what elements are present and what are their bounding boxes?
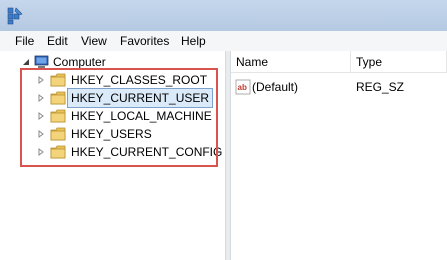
value-name: (Default) bbox=[252, 80, 299, 94]
folder-icon bbox=[50, 73, 66, 87]
tree-item-label: HKEY_USERS bbox=[71, 127, 152, 141]
column-header-type[interactable]: Type bbox=[351, 51, 447, 73]
menu-help[interactable]: Help bbox=[181, 34, 206, 48]
folder-icon bbox=[50, 145, 66, 159]
collapsed-arrow-icon[interactable] bbox=[37, 94, 45, 102]
tree-item-label: HKEY_CURRENT_USER bbox=[67, 88, 214, 108]
tree-item-hkey-local-machine[interactable]: HKEY_LOCAL_MACHINE bbox=[0, 107, 225, 125]
column-header-name[interactable]: Name bbox=[231, 51, 351, 73]
tree-item-hkey-current-config[interactable]: HKEY_CURRENT_CONFIG bbox=[0, 143, 225, 161]
collapsed-arrow-icon[interactable] bbox=[37, 130, 45, 138]
list-row[interactable]: ab (Default) REG_SZ bbox=[231, 78, 447, 96]
menu-bar: File Edit View Favorites Help bbox=[0, 31, 447, 52]
folder-icon bbox=[50, 127, 66, 141]
menu-edit[interactable]: Edit bbox=[47, 34, 68, 48]
tree-item-hkey-users[interactable]: HKEY_USERS bbox=[0, 125, 225, 143]
computer-icon bbox=[34, 55, 49, 68]
tree-item-label: HKEY_LOCAL_MACHINE bbox=[71, 109, 212, 123]
menu-file[interactable]: File bbox=[15, 34, 34, 48]
menu-favorites[interactable]: Favorites bbox=[120, 34, 169, 48]
collapsed-arrow-icon[interactable] bbox=[37, 112, 45, 120]
folder-icon bbox=[50, 91, 66, 105]
expanded-arrow-icon[interactable] bbox=[22, 58, 30, 66]
values-list-pane: Name Type ab (Default) REG_SZ bbox=[231, 51, 447, 260]
tree-item-hkey-current-user[interactable]: HKEY_CURRENT_USER bbox=[0, 88, 225, 108]
tree-item-label: HKEY_CLASSES_ROOT bbox=[71, 73, 208, 87]
collapsed-arrow-icon[interactable] bbox=[37, 76, 45, 84]
column-header-type-label: Type bbox=[356, 55, 383, 69]
registry-editor-icon bbox=[7, 7, 23, 25]
folder-icon bbox=[50, 109, 66, 123]
menu-view[interactable]: View bbox=[81, 34, 107, 48]
string-value-icon-text: ab bbox=[238, 83, 247, 92]
column-header-name-label: Name bbox=[236, 55, 269, 69]
tree-root-label: Computer bbox=[53, 55, 106, 69]
tree-pane: Computer HKEY_CLASSES_ROOT HKEY_CURRENT_… bbox=[0, 51, 225, 260]
tree-root-computer[interactable]: Computer bbox=[0, 53, 225, 71]
title-bar bbox=[0, 0, 447, 31]
collapsed-arrow-icon[interactable] bbox=[37, 148, 45, 156]
value-type: REG_SZ bbox=[356, 80, 405, 94]
tree-item-hkey-classes-root[interactable]: HKEY_CLASSES_ROOT bbox=[0, 71, 225, 89]
tree-item-label: HKEY_CURRENT_CONFIG bbox=[71, 145, 223, 159]
string-value-icon: ab bbox=[235, 79, 251, 95]
